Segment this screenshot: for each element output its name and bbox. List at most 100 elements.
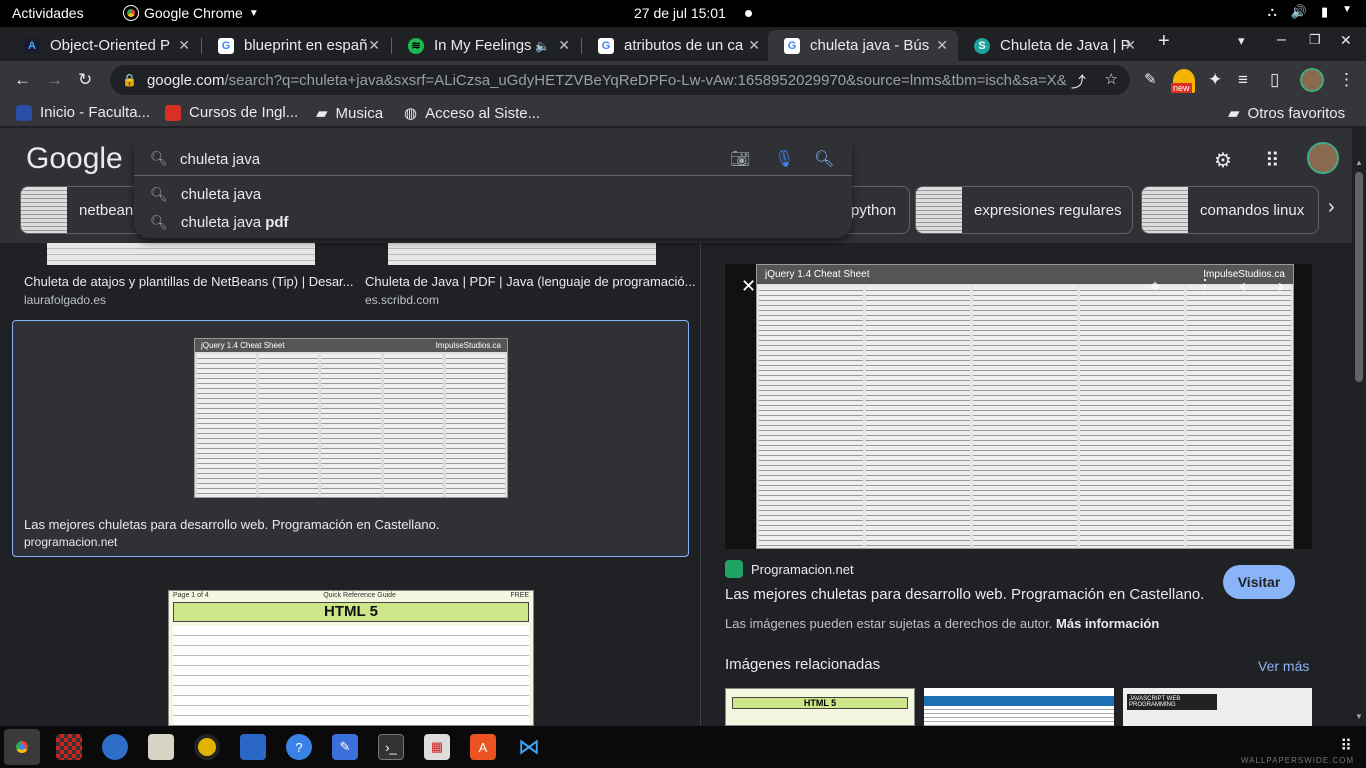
tab-chuleta-de-java[interactable]: S Chuleta de Java | P ✕ [958, 30, 1146, 61]
close-icon[interactable]: ✕ [178, 37, 190, 54]
tab-object-oriented[interactable]: A Object-Oriented P ✕ [8, 30, 200, 61]
lock-icon[interactable]: 🔒 [122, 73, 137, 87]
visit-button[interactable]: Visitar [1223, 565, 1295, 599]
extension-new-badge[interactable]: new [1171, 69, 1195, 93]
google-logo[interactable]: Google [26, 142, 123, 176]
related-image[interactable]: JAVASCRIPT WEB PROGRAMMING [1123, 688, 1312, 726]
close-icon[interactable]: ✕ [368, 37, 380, 54]
software-center-dock-icon[interactable]: A [470, 734, 496, 760]
share-icon[interactable]: ⤴ [1071, 71, 1086, 92]
result-source[interactable]: laurafolgado.es [24, 293, 106, 307]
notification-dot-icon [745, 10, 752, 17]
eyedropper-extension-icon[interactable]: ✎ [1144, 70, 1157, 88]
back-button[interactable]: ← [14, 70, 31, 90]
bookmark-otros-favoritos[interactable]: ▰ Otros favoritos [1228, 104, 1345, 123]
app-menu[interactable]: Google Chrome ▼ [123, 5, 259, 21]
close-icon[interactable]: ✕ [558, 37, 570, 54]
preview-title[interactable]: Las mejores chuletas para desarrollo web… [725, 586, 1204, 603]
result-title[interactable]: Chuleta de atajos y plantillas de NetBea… [24, 274, 354, 289]
search-input[interactable] [180, 148, 700, 170]
html5-cheat-sheet-thumbnail[interactable]: Page 1 of 4 Quick Reference Guide FREE HTM… [168, 590, 534, 726]
activities-button[interactable]: Actividades [12, 5, 84, 21]
camera-search-icon[interactable]: 📷︎ [730, 149, 750, 169]
close-icon[interactable]: ✕ [936, 37, 948, 54]
result-source[interactable]: programacion.net [24, 535, 117, 549]
result-thumbnail[interactable] [388, 243, 656, 265]
suggestion-text: chuleta java [181, 185, 262, 203]
apps-grid-icon[interactable]: ⠿ [1265, 148, 1280, 173]
text-editor-dock-icon[interactable]: ✎ [332, 734, 358, 760]
result-thumbnail[interactable] [47, 243, 315, 265]
side-panel-icon[interactable]: ▯ [1270, 70, 1279, 90]
close-icon[interactable]: ✕ [1124, 37, 1136, 54]
audio-playing-icon[interactable]: 🔈 [535, 39, 550, 53]
selected-result-card[interactable]: jQuery 1.4 Cheat Sheet ImpulseStudios.ca … [12, 320, 689, 557]
writer-dock-icon[interactable] [240, 734, 266, 760]
system-tray[interactable]: ⛬ 🔊 ▮ ▼ [1268, 4, 1352, 20]
bookmark-inicio[interactable]: Inicio - Faculta... [16, 104, 150, 121]
related-image[interactable] [924, 688, 1114, 726]
game-dock-icon[interactable] [56, 734, 82, 760]
bookmark-acceso[interactable]: ◍ Acceso al Siste... [404, 104, 540, 123]
thunderbird-dock-icon[interactable] [102, 734, 128, 760]
help-dock-icon[interactable]: ? [286, 734, 312, 760]
related-image[interactable]: HTML 5 [725, 688, 915, 726]
more-menu-icon[interactable]: ⋮ [1338, 70, 1355, 90]
chip-expresiones-regulares[interactable]: expresiones regulares [915, 186, 1133, 234]
rhythmbox-dock-icon[interactable] [194, 734, 220, 760]
new-tab-button[interactable]: + [1158, 30, 1170, 53]
close-icon[interactable]: ✕ [748, 37, 760, 54]
tab-in-my-feelings[interactable]: ≋ In My Feelings - 🔈 ✕ [392, 30, 580, 61]
files-dock-icon[interactable] [148, 734, 174, 760]
lens-search-icon[interactable]: ⌖ [1150, 276, 1160, 297]
preview-site[interactable]: Programacion.net [725, 560, 854, 578]
tab-blueprint[interactable]: G blueprint en españ ✕ [202, 30, 390, 61]
chrome-dock-icon[interactable] [4, 729, 40, 765]
preview-image[interactable]: jQuery 1.4 Cheat Sheet ImpulseStudios.ca [725, 264, 1312, 549]
tab-atributos[interactable]: G atributos de un ca ✕ [582, 30, 770, 61]
clock[interactable]: 27 de jul 15:01 [634, 5, 726, 21]
suggestion-item[interactable]: 🔍︎ chuleta java pdf [134, 208, 852, 236]
calendar-dock-icon[interactable]: ▦ [424, 734, 450, 760]
jquery-cheat-sheet-thumbnail[interactable]: jQuery 1.4 Cheat Sheet ImpulseStudios.ca [194, 338, 508, 498]
result-title[interactable]: Las mejores chuletas para desarrollo web… [24, 517, 440, 532]
profile-avatar[interactable] [1300, 68, 1324, 92]
reload-button[interactable]: ↻ [78, 70, 92, 90]
more-options-icon[interactable]: ⋮ [1196, 276, 1214, 297]
vscode-dock-icon[interactable]: ⋈ [516, 734, 542, 760]
result-title[interactable]: Chuleta de Java | PDF | Java (lenguaje d… [365, 274, 695, 289]
bookmark-star-icon[interactable]: ☆ [1105, 70, 1118, 88]
maximize-button[interactable]: ❐ [1309, 32, 1321, 48]
next-arrow-icon[interactable]: › [1278, 276, 1284, 297]
chips-next-arrow-icon[interactable]: › [1328, 196, 1335, 219]
tab-chuleta-java-search[interactable]: G chuleta java - Bús ✕ [768, 30, 958, 61]
url-text[interactable]: google.com/search?q=chuleta+java&sxsrf=A… [147, 72, 1067, 89]
close-preview-icon[interactable]: ✕ [741, 276, 756, 297]
tab-search-button[interactable]: ▾ [1238, 33, 1245, 49]
account-avatar[interactable] [1307, 142, 1339, 174]
media-controls-icon[interactable]: ≡ [1238, 70, 1248, 90]
result-source[interactable]: es.scribd.com [365, 293, 439, 307]
forward-button[interactable]: → [46, 70, 63, 90]
close-window-button[interactable]: ✕ [1340, 32, 1352, 49]
toolbar: ← → ↻ 🔒 google.com/search?q=chuleta+java… [0, 61, 1366, 99]
search-submit-icon[interactable]: 🔍︎ [814, 149, 834, 169]
microphone-icon[interactable]: 🎙︎ [774, 149, 794, 169]
settings-gear-icon[interactable]: ⚙ [1214, 148, 1232, 173]
bookmark-cursos[interactable]: Cursos de Ingl... [165, 104, 298, 121]
show-apps-grid-icon[interactable]: ⠿ [1340, 736, 1352, 756]
jquery-cheat-sheet-large: jQuery 1.4 Cheat Sheet ImpulseStudios.ca [756, 264, 1294, 549]
address-bar[interactable]: 🔒 google.com/search?q=chuleta+java&sxsrf… [110, 65, 1130, 95]
result-thumbnail-frame: jQuery 1.4 Cheat Sheet ImpulseStudios.ca [20, 328, 681, 508]
terminal-dock-icon[interactable]: ›_ [378, 734, 404, 760]
bookmark-musica[interactable]: ▰ Musica [316, 104, 383, 123]
extensions-puzzle-icon[interactable]: ✦ [1208, 70, 1222, 90]
chip-comandos-linux[interactable]: comandos linux [1141, 186, 1319, 234]
minimize-button[interactable]: – [1277, 31, 1286, 49]
more-info-link[interactable]: Más información [1056, 616, 1159, 631]
previous-arrow-icon[interactable]: ‹ [1240, 276, 1246, 297]
suggestion-item[interactable]: 🔍︎ chuleta java [134, 180, 852, 208]
scrollbar[interactable]: ▲ ▼ [1352, 128, 1366, 726]
see-more-link[interactable]: Ver más [1258, 658, 1309, 674]
scrollbar-thumb[interactable] [1355, 172, 1363, 382]
